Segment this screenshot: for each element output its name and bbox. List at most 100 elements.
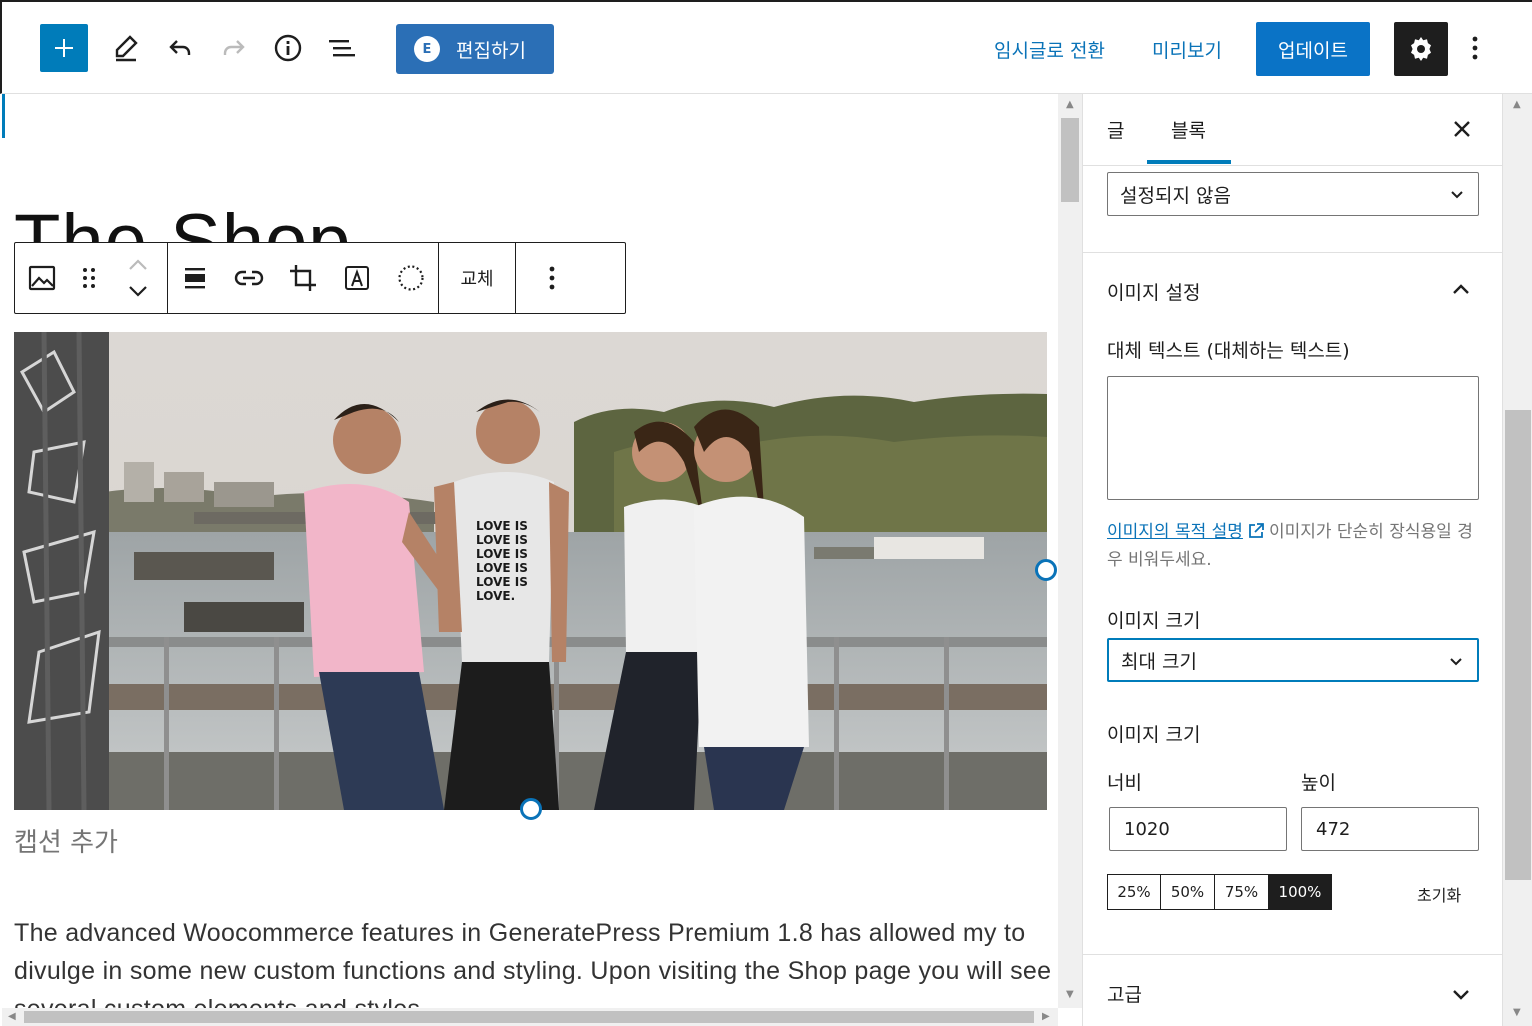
gear-icon [1411, 37, 1431, 61]
sidebar-scrollbar[interactable]: ▲ ▼ [1502, 94, 1532, 1026]
alt-text-label: 대체 텍스트 (대체하는 텍스트) [1107, 340, 1350, 362]
scroll-right-arrow-icon[interactable]: ▶ [1042, 1012, 1050, 1022]
scroll-down-arrow-icon[interactable]: ▼ [1513, 1008, 1521, 1018]
list-view-icon [329, 40, 355, 57]
editor-canvas[interactable]: The Shop [2, 94, 1058, 1008]
paragraph-block[interactable]: The advanced Woocommerce features in Gen… [14, 914, 1054, 1008]
chevron-up-icon[interactable] [1451, 280, 1471, 300]
settings-sidebar: 글 블록 설정되지 않음 이미지 설정 대체 텍스트 (대체하는 텍스트) 이미… [1082, 94, 1502, 1026]
resize-handle-right[interactable] [1035, 559, 1057, 581]
close-icon [1454, 121, 1470, 137]
close-sidebar-button[interactable] [1447, 114, 1477, 144]
switch-to-draft-link[interactable]: 임시글로 전환 [994, 36, 1105, 63]
shirt-text-line: LOVE IS [476, 561, 528, 575]
scroll-left-arrow-icon[interactable]: ◀ [8, 1012, 16, 1022]
drag-button[interactable] [69, 243, 109, 313]
link-icon [234, 270, 264, 286]
select-value: 설정되지 않음 [1120, 184, 1231, 207]
alt-text-field[interactable] [1107, 376, 1479, 500]
update-button[interactable]: 업데이트 [1256, 22, 1370, 76]
list-view-button[interactable] [322, 28, 362, 68]
group-photo-image: LOVE IS LOVE IS LOVE IS LOVE IS LOVE IS … [14, 332, 1047, 810]
scroll-up-arrow-icon[interactable]: ▲ [1066, 100, 1074, 110]
options-button[interactable] [1458, 28, 1492, 68]
details-button[interactable] [268, 28, 308, 68]
tab-block[interactable]: 블록 [1171, 116, 1206, 143]
redo-icon [223, 40, 245, 55]
redo-button[interactable] [214, 28, 254, 68]
scrollbar-thumb[interactable] [24, 1011, 1034, 1023]
image-size-label: 이미지 크기 [1107, 610, 1201, 632]
shirt-text-line: LOVE IS [476, 575, 528, 589]
height-input[interactable]: 472 [1301, 807, 1479, 851]
crop-button[interactable] [276, 243, 330, 313]
move-buttons [109, 243, 167, 313]
chevron-down-icon [1451, 191, 1463, 199]
describe-purpose-link[interactable]: 이미지의 목적 설명 [1107, 522, 1243, 542]
image-icon [28, 265, 56, 291]
scale-100-button[interactable]: 100% [1269, 875, 1331, 909]
resize-handle-bottom[interactable] [520, 798, 542, 820]
replace-button[interactable]: 교체 [439, 243, 515, 313]
text-overlay-button[interactable] [330, 243, 384, 313]
move-down-icon[interactable] [128, 285, 148, 297]
scale-75-button[interactable]: 75% [1215, 875, 1269, 909]
width-input[interactable]: 1020 [1109, 807, 1287, 851]
duotone-button[interactable] [384, 243, 438, 313]
image-size-select[interactable]: 최대 크기 [1107, 638, 1479, 682]
image-settings-heading[interactable]: 이미지 설정 [1107, 278, 1200, 305]
chevron-down-icon [1450, 658, 1462, 666]
block-options-button[interactable] [516, 243, 588, 313]
drag-handle-icon [83, 268, 95, 288]
shirt-text-line: LOVE. [476, 589, 515, 603]
canvas-horizontal-scrollbar[interactable]: ◀ ▶ [2, 1008, 1058, 1026]
scrollbar-thumb[interactable] [1505, 410, 1531, 880]
align-icon [185, 268, 205, 289]
chevron-down-icon[interactable] [1451, 984, 1471, 1004]
caption-input[interactable]: 캡션 추가 [14, 822, 118, 859]
alt-text-help: 이미지의 목적 설명 이미지가 단순히 장식용일 경우 비워두세요. [1107, 518, 1479, 574]
image-block[interactable]: LOVE IS LOVE IS LOVE IS LOVE IS LOVE IS … [14, 332, 1047, 810]
shirt-text-line: LOVE IS [476, 533, 528, 547]
undo-button[interactable] [160, 28, 200, 68]
canvas-vertical-scrollbar[interactable]: ▲ ▼ [1058, 94, 1082, 1008]
info-icon [274, 34, 302, 62]
elementor-logo-icon: E [414, 36, 440, 62]
select-value: 최대 크기 [1121, 650, 1197, 673]
block-toolbar-group-more [516, 243, 588, 313]
reset-button[interactable]: 초기화 [1417, 882, 1461, 906]
more-vertical-icon [549, 266, 555, 290]
link-settings-select[interactable]: 설정되지 않음 [1107, 172, 1479, 216]
link-button[interactable] [222, 243, 276, 313]
more-vertical-icon [1472, 36, 1478, 60]
move-up-icon[interactable] [128, 259, 148, 271]
advanced-heading[interactable]: 고급 [1107, 980, 1142, 1007]
preview-link[interactable]: 미리보기 [1152, 36, 1222, 63]
scale-percent-group: 25% 50% 75% 100% [1107, 874, 1332, 910]
block-toolbar-group-parent [15, 243, 168, 313]
align-button[interactable] [168, 243, 222, 313]
tools-button[interactable] [106, 28, 146, 68]
panel-divider [1083, 252, 1502, 253]
external-link-icon [1249, 523, 1264, 538]
scale-50-button[interactable]: 50% [1161, 875, 1215, 909]
add-block-button[interactable] [40, 24, 88, 72]
elementor-edit-button[interactable]: E 편집하기 [396, 24, 554, 74]
elementor-edit-label: 편집하기 [456, 39, 526, 62]
crop-icon [290, 265, 316, 291]
settings-button[interactable] [1394, 22, 1448, 76]
scale-25-button[interactable]: 25% [1108, 875, 1161, 909]
scroll-down-arrow-icon[interactable]: ▼ [1066, 990, 1074, 1000]
focus-accent [2, 94, 5, 138]
scroll-up-arrow-icon[interactable]: ▲ [1513, 100, 1521, 110]
tab-post[interactable]: 글 [1107, 116, 1124, 143]
duotone-icon [398, 265, 424, 291]
active-tab-indicator [1147, 160, 1231, 164]
block-toolbar: 교체 [14, 242, 626, 314]
block-type-button[interactable] [15, 243, 69, 313]
scrollbar-thumb[interactable] [1061, 118, 1079, 202]
height-label: 높이 [1301, 772, 1336, 794]
block-toolbar-group-replace: 교체 [439, 243, 516, 313]
text-overlay-icon [345, 266, 369, 290]
undo-icon [169, 40, 191, 55]
